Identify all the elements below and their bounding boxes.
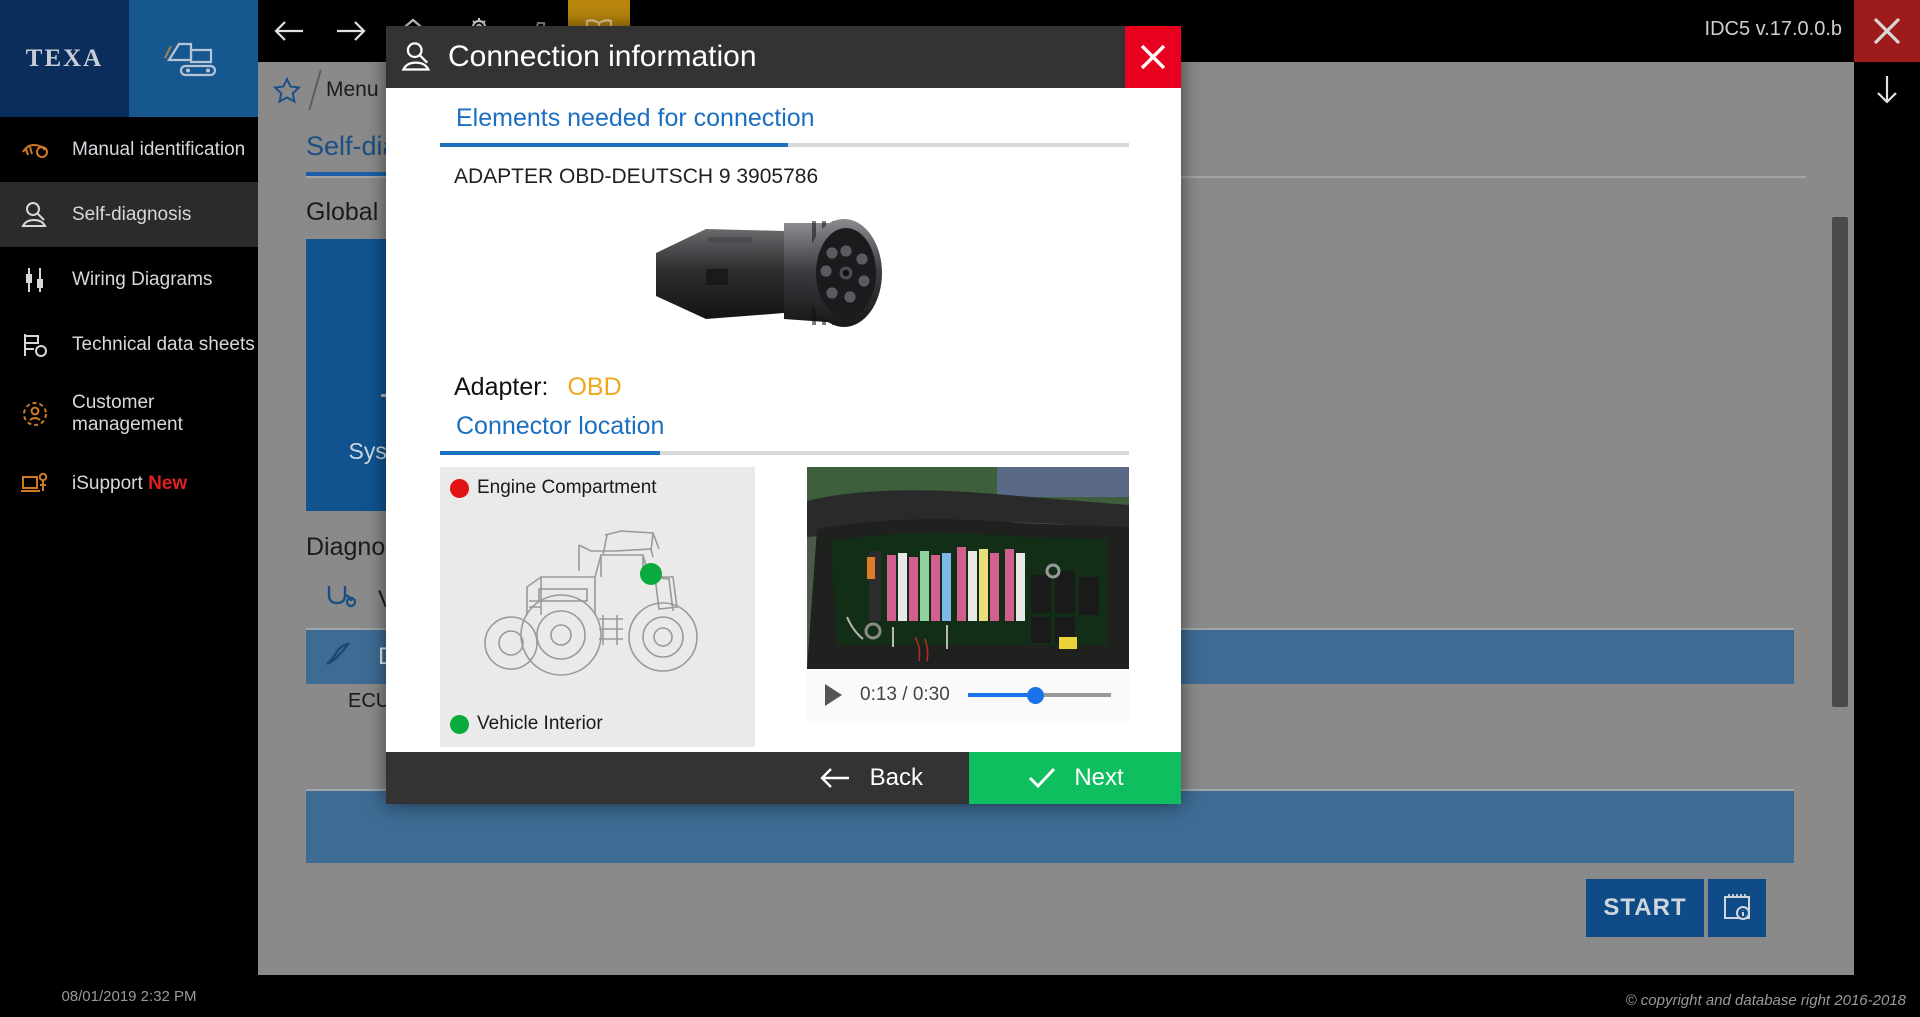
legend-dot-red (450, 479, 469, 498)
adapter-value: OBD (567, 373, 621, 401)
elements-section-title: Elements needed for connection (456, 104, 815, 132)
tractor-outline-diagram (440, 515, 755, 685)
close-icon (1868, 12, 1906, 50)
location-section-title: Connector location (456, 412, 664, 440)
video-progress-knob[interactable] (1027, 687, 1044, 704)
sidebar-item-technical-data-sheets[interactable]: Technical data sheets (0, 312, 258, 377)
vehicle-type-button[interactable] (129, 0, 258, 117)
dialog-close-button[interactable] (1125, 26, 1181, 88)
breadcrumb-item-menu[interactable]: Menu (316, 62, 395, 117)
status-datetime: 08/01/2019 2:32 PM (0, 975, 258, 1017)
back-label: Back (870, 764, 923, 792)
nav-back-button[interactable] (258, 0, 320, 62)
connector-video-panel: 0:13 / 0:30 (807, 467, 1129, 747)
next-label: Next (1074, 764, 1123, 792)
injector-icon (324, 640, 356, 675)
close-icon (1136, 40, 1170, 74)
manual-identification-icon (14, 135, 56, 165)
texa-logo: TEXA (0, 0, 129, 117)
dialog-header: Connection information (386, 26, 1181, 88)
dialog-title: Connection information (448, 40, 757, 74)
connector-marker-vehicle-interior (640, 563, 662, 585)
fuse-box-video-frame (807, 467, 1129, 669)
sidebar-item-label: Wiring Diagrams (72, 269, 212, 291)
sidebar-item-label: Customer management (72, 392, 258, 436)
video-progress-fill (968, 693, 1035, 697)
arrow-left-icon (818, 766, 852, 790)
isupport-icon (14, 469, 56, 499)
app-version: IDC5 v.17.0.0.b (1705, 18, 1842, 41)
connector-location-panels: Engine Compartment (440, 467, 1129, 747)
elements-section-header: Elements needed for connection (386, 88, 1181, 133)
legend-vehicle-interior: Vehicle Interior (450, 713, 603, 735)
connection-information-dialog: Connection information Elements needed f… (386, 26, 1181, 804)
sidebar: TEXA Manual i (0, 0, 258, 1017)
sidebar-item-self-diagnosis[interactable]: Self-diagnosis (0, 182, 258, 247)
legend-label: Engine Compartment (477, 477, 657, 499)
arrow-down-icon (1872, 73, 1902, 107)
vehicle-diagram-panel[interactable]: Engine Compartment (440, 467, 755, 747)
sidebar-item-manual-identification[interactable]: Manual identification (0, 117, 258, 182)
back-button[interactable]: Back (772, 752, 969, 804)
self-diagnosis-icon (14, 200, 56, 230)
legend-dot-green (450, 715, 469, 734)
brand-name: TEXA (26, 45, 103, 73)
brand-row: TEXA (0, 0, 258, 117)
video-progress-slider[interactable] (968, 686, 1111, 704)
location-section-underline (440, 451, 1129, 455)
sidebar-item-label: Manual identification (72, 139, 245, 161)
self-diagnosis-icon (386, 40, 448, 74)
adapter-type-row: Adapter: OBD (386, 351, 1181, 402)
sidebar-item-wiring-diagrams[interactable]: Wiring Diagrams (0, 247, 258, 312)
sidebar-item-isupport[interactable]: iSupport New (0, 451, 258, 516)
ecu-info-button[interactable] (1708, 879, 1766, 937)
arrow-left-icon (271, 18, 307, 44)
legend-label: Vehicle Interior (477, 713, 603, 735)
elements-section-underline (440, 143, 1129, 147)
star-icon (273, 76, 301, 104)
technical-data-sheets-icon (14, 330, 56, 360)
legend-engine-compartment: Engine Compartment (450, 477, 657, 499)
video-controls: 0:13 / 0:30 (807, 669, 1129, 721)
app-close-button[interactable] (1854, 0, 1920, 62)
sidebar-item-label: iSupport New (72, 473, 187, 495)
new-badge: New (148, 473, 187, 494)
breadcrumb-collapse-button[interactable] (1854, 62, 1920, 117)
video-thumbnail[interactable] (807, 467, 1129, 669)
ecu-info-icon (1720, 892, 1754, 924)
copyright-text: © copyright and database right 2016-2018 (1626, 992, 1906, 1009)
sidebar-item-label: Technical data sheets (72, 334, 255, 356)
app-window: TEXA Manual i (0, 0, 1920, 1017)
dialog-body: Elements needed for connection ADAPTER O… (386, 88, 1181, 752)
adapter-label: Adapter: (454, 373, 549, 401)
content-scrollbar[interactable] (1832, 217, 1848, 707)
location-section-header: Connector location (386, 402, 1181, 441)
play-icon[interactable] (825, 684, 842, 706)
start-button[interactable]: START (1586, 879, 1704, 937)
arrow-right-icon (333, 18, 369, 44)
adapter-image (386, 201, 1181, 351)
adapter-part-number: ADAPTER OBD-DEUTSCH 9 3905786 (386, 147, 1181, 189)
video-time: 0:13 / 0:30 (860, 684, 950, 706)
dialog-footer: Back Next (386, 752, 1181, 804)
favorite-button[interactable] (258, 76, 316, 104)
sidebar-item-label: Self-diagnosis (72, 204, 191, 226)
next-button[interactable]: Next (969, 752, 1181, 804)
wiring-diagrams-icon (14, 265, 56, 295)
sidebar-item-customer-management[interactable]: Customer management (0, 377, 258, 451)
nav-forward-button[interactable] (320, 0, 382, 62)
customer-management-icon (14, 399, 56, 429)
excavator-icon (161, 36, 227, 82)
check-icon (1026, 765, 1058, 791)
stethoscope-icon (324, 583, 356, 618)
sidebar-item-text: iSupport (72, 473, 143, 494)
